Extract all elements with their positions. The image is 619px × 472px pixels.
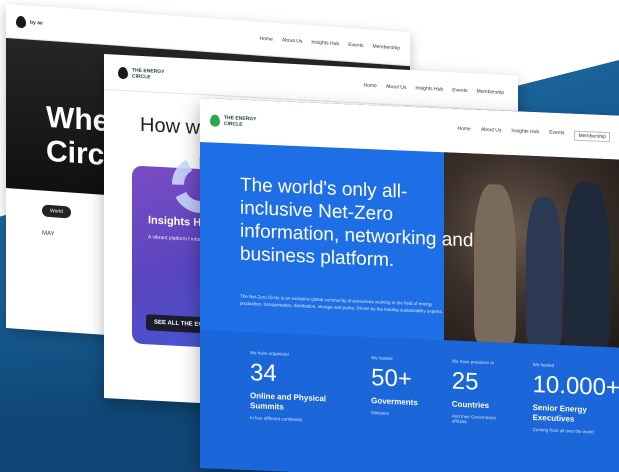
nav-events[interactable]: Events [549, 130, 564, 141]
stat-summits: We have organized 34 Online and Physical… [250, 350, 337, 472]
stat-governments: We hosted 50+ Goverments Ministers [371, 355, 418, 472]
person-figure [564, 181, 610, 348]
world-filter-pill[interactable]: World [42, 204, 71, 219]
nav-home[interactable]: Home [457, 126, 470, 137]
stat-executives: We hosted 10.000+ Senior Energy Executiv… [533, 362, 619, 472]
stat-kicker: We have organized [250, 350, 289, 357]
stat-countries: We have presence in 25 Countries And the… [452, 359, 499, 472]
logo[interactable]: THE ENERGY CIRCLE [210, 114, 257, 128]
logo[interactable]: by ae [16, 15, 43, 29]
stat-kicker: We hosted [532, 361, 555, 368]
stat-sub: In four different continents [250, 415, 302, 423]
drop-logo-icon [210, 114, 220, 127]
stat-label: Countries [451, 399, 490, 411]
nav-insights[interactable]: Insights Hub [511, 128, 539, 139]
logo-by-text: by ae [30, 19, 43, 27]
nav-about[interactable]: About Us [282, 37, 303, 44]
nav-membership[interactable]: Membership [574, 130, 610, 143]
nav-insights[interactable]: Insights Hub [311, 39, 339, 47]
person-figure [526, 195, 562, 346]
nav-about[interactable]: About Us [386, 83, 407, 90]
drop-logo-icon [16, 15, 26, 28]
logo-line2: CIRCLE [224, 121, 243, 128]
logo-text: THE ENERGY CIRCLE [132, 67, 165, 81]
stat-label: Goverments [371, 396, 418, 408]
screenshot-card-home: THE ENERGY CIRCLE Home About Us Insights… [200, 98, 619, 472]
nav-membership[interactable]: Membership [372, 43, 400, 51]
stats-row: We have organized 34 Online and Physical… [200, 330, 619, 472]
stat-number: 10.000+ [532, 370, 619, 402]
hero-paragraph: The Net-Zero Circle is an exclusive glob… [240, 293, 444, 314]
stat-kicker: We hosted [371, 355, 393, 362]
nav-events[interactable]: Events [452, 87, 467, 94]
logo-line2: CIRCLE [132, 72, 151, 80]
stat-label: Online and Physical Summits [250, 391, 327, 412]
nav-about[interactable]: About Us [481, 127, 502, 138]
nav-home[interactable]: Home [259, 35, 272, 42]
nav-insights[interactable]: Insights Hub [415, 85, 443, 92]
logo-text: THE ENERGY CIRCLE [224, 115, 257, 128]
hero-section: The world's only all-inclusive Net-Zero … [200, 142, 619, 348]
stat-label: Senior Energy Executives [532, 402, 587, 424]
stat-number: 50+ [371, 364, 412, 393]
nav-events[interactable]: Events [348, 41, 363, 48]
logo[interactable]: THE ENERGY CIRCLE [118, 66, 165, 80]
drop-logo-icon [118, 66, 128, 79]
stat-number: 25 [451, 367, 479, 396]
stat-sub: Coming from all over the world [532, 426, 594, 435]
stat-kicker: We have presence in [451, 358, 494, 366]
hero-headline: The world's only all-inclusive Net-Zero … [240, 174, 474, 272]
stat-sub: And their Government officials [451, 413, 496, 425]
stat-number: 34 [250, 359, 277, 388]
nav-home[interactable]: Home [363, 82, 376, 89]
person-figure [474, 183, 516, 344]
stat-sub: Ministers [371, 410, 390, 416]
nav-membership[interactable]: Membership [476, 88, 504, 95]
